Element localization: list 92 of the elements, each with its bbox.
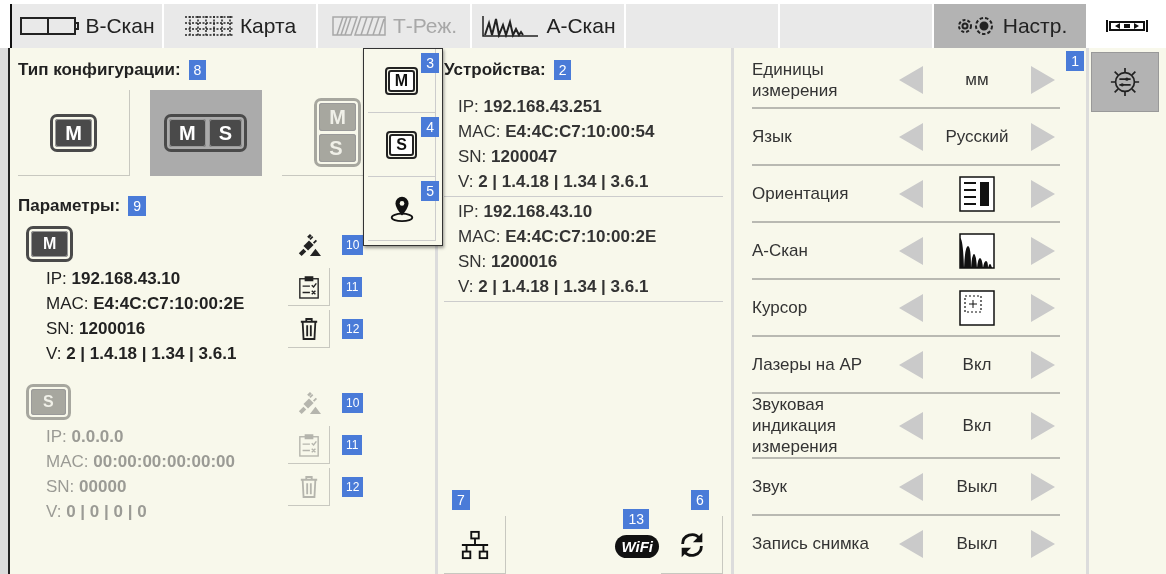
number-tag: 13	[623, 509, 650, 529]
network-button[interactable]	[444, 516, 506, 574]
device-info-line: SN: 1200016	[458, 251, 559, 273]
trash-icon	[298, 316, 319, 341]
number-tag: 11	[342, 435, 363, 455]
number-tag: 10	[342, 393, 364, 413]
setting-value: Вкл	[962, 354, 992, 375]
device-info-line: MAC: 00:00:00:00:00:00	[46, 451, 236, 473]
tab-label: Карта	[239, 14, 297, 38]
number-tag: 11	[342, 277, 363, 297]
tab-label: В-Скан	[85, 14, 155, 38]
wifi-logo[interactable]: WiFi	[615, 535, 659, 558]
device-icon: M	[26, 226, 74, 262]
number-tag: 3	[421, 53, 439, 73]
hatched-icon	[330, 15, 387, 37]
checklist-button[interactable]	[288, 426, 330, 464]
setting-label: Звуковая индикация измерения	[752, 394, 839, 457]
device-info-line: MAC: E4:4C:C7:10:00:54	[458, 121, 656, 143]
setting-value: Выкл	[956, 476, 998, 497]
device-info-line: V: 0 | 0 | 0 | 0	[46, 501, 148, 523]
location-button[interactable]: 5	[368, 177, 436, 241]
number-tag: 12	[342, 319, 364, 339]
cursor-box-icon	[959, 289, 995, 326]
device-entry[interactable]: IP: 192.168.43.251 MAC: E4:4C:C7:10:00:54 SN: 1200047 V: 2 | 1.4.18 | 1.34 | 3.6.1	[444, 92, 723, 197]
number-tag: 7	[452, 490, 470, 510]
checklist-button[interactable]	[288, 268, 330, 306]
delete-button[interactable]	[288, 310, 330, 348]
section-title: Параметры:	[18, 196, 121, 216]
device-info-line: IP: 192.168.43.251	[458, 96, 603, 118]
number-tag: 1	[1066, 51, 1084, 71]
scan-frame-icon	[19, 15, 80, 37]
number-tag: 9	[128, 196, 146, 216]
number-tag: 2	[553, 60, 572, 80]
number-tag: 8	[188, 60, 207, 80]
device-info-line: IP: 0.0.0.0	[46, 426, 125, 448]
setting-value: Выкл	[956, 533, 998, 554]
device-button[interactable]: M 3	[368, 49, 436, 113]
connector-icon[interactable]	[1105, 19, 1149, 33]
tab[interactable]: Карта	[164, 4, 316, 48]
tab[interactable]: Настр.	[934, 4, 1086, 48]
setting-label: Язык	[752, 126, 793, 147]
checklist-icon	[297, 432, 320, 457]
device-info-line: SN: 1200047	[458, 146, 559, 168]
setting-label: А-Скан	[752, 240, 809, 261]
number-tag: 6	[691, 490, 709, 510]
device-icon: S	[26, 384, 71, 420]
setting-label: Звук	[752, 476, 788, 497]
setting-label: Лазеры на АР	[752, 354, 864, 375]
device-info-line: SN: 1200016	[46, 318, 147, 340]
plug-warning-icon	[296, 233, 322, 257]
section-title: Устройства:	[444, 60, 546, 80]
device-info-line: MAC: E4:4C:C7:10:00:2E	[458, 226, 658, 248]
grid-icon	[183, 15, 234, 37]
waveform-icon	[480, 14, 541, 38]
empty-tab[interactable]	[626, 4, 778, 48]
tab-label: Настр.	[1002, 14, 1068, 38]
setting-value: Русский	[945, 126, 1009, 147]
device-button[interactable]: S 4	[368, 113, 436, 177]
device-info-line: IP: 192.168.43.10	[458, 201, 594, 223]
tab-label: А-Скан	[546, 14, 616, 38]
trash-icon	[298, 474, 319, 499]
device-info-line: V: 2 | 1.4.18 | 1.34 | 3.6.1	[458, 276, 650, 298]
setting-value: Вкл	[962, 415, 992, 436]
number-tag: 5	[421, 181, 439, 201]
echo-peaks-icon	[959, 232, 995, 269]
tab-label: Т-Реж.	[392, 14, 458, 38]
layout-icon	[959, 175, 995, 212]
plug-warning-icon	[296, 391, 322, 415]
device-entry[interactable]: IP: 192.168.43.10 MAC: E4:4C:C7:10:00:2E SN: 1200016 V: 2 | 1.4.18 | 1.34 | 3.6.1	[444, 197, 723, 302]
setting-label: Ориентация	[752, 183, 850, 204]
tab[interactable]: В-Скан	[10, 4, 162, 48]
device-info-line: V: 2 | 1.4.18 | 1.34 | 3.6.1	[46, 343, 238, 365]
section-title: Тип конфигурации:	[18, 60, 181, 80]
device-info-line: IP: 192.168.43.10	[46, 268, 182, 290]
device-info-line: V: 2 | 1.4.18 | 1.34 | 3.6.1	[458, 171, 650, 193]
number-tag: 12	[342, 477, 364, 497]
checklist-icon	[297, 274, 320, 299]
refresh-button[interactable]	[661, 516, 723, 574]
setting-label: Единицы измерения	[752, 58, 839, 101]
setting-label: Курсор	[752, 297, 809, 318]
device-info-line: MAC: E4:4C:C7:10:00:2E	[46, 293, 246, 315]
settings-button[interactable]	[1091, 52, 1159, 112]
setting-value: мм	[965, 69, 989, 90]
setting-label: Запись снимка	[752, 533, 870, 554]
device-info-line: SN: 00000	[46, 476, 128, 498]
network-icon	[459, 529, 490, 560]
number-tag: 4	[421, 117, 439, 137]
configuration-option[interactable]: M S	[150, 90, 262, 176]
number-tag: 10	[342, 235, 364, 255]
tab[interactable]: А-Скан	[472, 4, 624, 48]
settings-icon	[1109, 66, 1141, 98]
configuration-option[interactable]: M	[18, 90, 130, 176]
